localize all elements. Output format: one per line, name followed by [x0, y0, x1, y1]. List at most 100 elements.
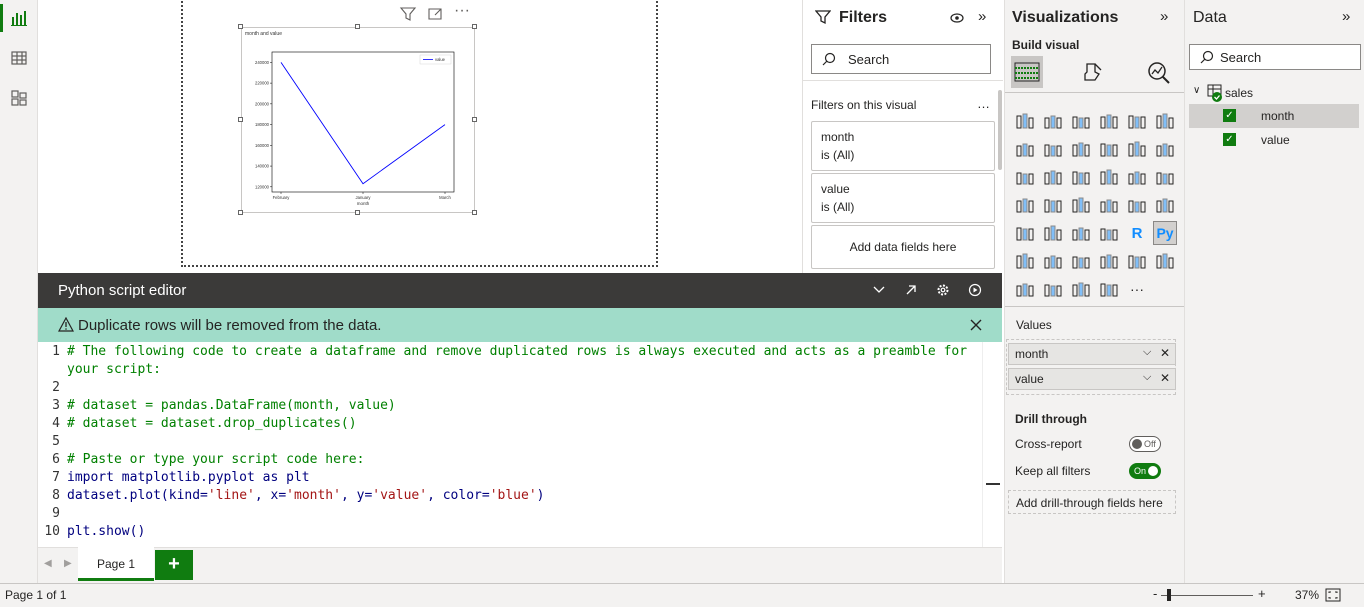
collapse-data-icon[interactable]: » [1342, 8, 1350, 25]
donut-chart-icon[interactable] [1125, 165, 1149, 189]
values-field-value[interactable]: value ⌵ ✕ [1008, 368, 1176, 390]
field-row-value[interactable]: ✓ value [1189, 128, 1359, 152]
resize-handle[interactable] [472, 117, 477, 122]
stacked-column-icon[interactable] [1041, 109, 1065, 133]
line-clustered-icon[interactable] [1125, 137, 1149, 161]
card-icon[interactable] [1125, 193, 1149, 217]
chevron-down-icon[interactable]: ∨ [1193, 85, 1200, 96]
arrows-icon[interactable] [1097, 277, 1121, 301]
table-name[interactable]: sales [1225, 86, 1253, 100]
format-visual-icon[interactable] [1081, 60, 1105, 84]
add-drill-through-drop[interactable]: Add drill-through fields here [1008, 490, 1176, 514]
stacked-area-icon[interactable] [1069, 137, 1093, 161]
chevron-down-icon[interactable]: ⌵ [1143, 371, 1151, 384]
add-data-fields-drop[interactable]: Add data fields here [811, 225, 995, 269]
azure-map-icon[interactable] [1069, 193, 1093, 217]
add-page-button[interactable]: + [155, 550, 193, 580]
key-influencers-icon[interactable] [1013, 249, 1037, 273]
clustered-column-icon[interactable] [1097, 109, 1121, 133]
prev-page-icon[interactable]: ◀ [44, 558, 52, 569]
resize-handle[interactable] [238, 117, 243, 122]
python-visual-icon[interactable]: Py [1153, 221, 1177, 245]
qa-icon[interactable] [1069, 249, 1093, 273]
chevron-down-icon[interactable] [872, 284, 886, 296]
focus-mode-icon[interactable] [426, 6, 444, 22]
power-automate-icon[interactable] [1041, 277, 1065, 301]
more-visuals-icon[interactable]: ··· [1125, 277, 1149, 301]
treemap-icon[interactable] [1153, 165, 1177, 189]
checkbox-checked[interactable]: ✓ [1223, 133, 1236, 146]
field-row-month[interactable]: ✓ month [1189, 104, 1359, 128]
analytics-icon[interactable] [1146, 60, 1172, 86]
remove-field-icon[interactable]: ✕ [1160, 346, 1170, 360]
goals-icon[interactable] [1125, 249, 1149, 273]
section-more-icon[interactable]: … [977, 96, 990, 111]
area-chart-icon[interactable] [1041, 137, 1065, 161]
paginated-icon[interactable] [1153, 249, 1177, 273]
scatter-icon[interactable] [1069, 165, 1093, 189]
filter-icon[interactable] [399, 6, 417, 22]
resize-handle[interactable] [238, 24, 243, 29]
data-view-button[interactable] [0, 40, 38, 76]
clustered-bar-icon[interactable] [1069, 109, 1093, 133]
resize-handle[interactable] [472, 24, 477, 29]
line-chart-icon[interactable] [1013, 137, 1037, 161]
open-external-icon[interactable] [904, 283, 918, 297]
tab-page-1[interactable]: Page 1 [78, 547, 154, 581]
resize-handle[interactable] [238, 210, 243, 215]
100-bar-icon[interactable] [1125, 109, 1149, 133]
filters-scrollbar[interactable] [998, 90, 1002, 170]
100-column-icon[interactable] [1153, 109, 1177, 133]
resize-handle[interactable] [355, 210, 360, 215]
checkbox-checked[interactable]: ✓ [1223, 109, 1236, 122]
decomposition-tree-icon[interactable] [1041, 249, 1065, 273]
python-visual[interactable]: month and value 120000 140000 160000 180000 2… [241, 27, 475, 213]
cross-report-toggle[interactable]: Off [1129, 436, 1161, 452]
filter-card-month[interactable]: month is (All) [811, 121, 995, 171]
map-icon[interactable] [1013, 193, 1037, 217]
kpi-icon[interactable] [1013, 221, 1037, 245]
eye-icon[interactable] [949, 11, 965, 25]
more-options-icon[interactable]: ··· [454, 2, 470, 20]
slicer-icon[interactable] [1041, 221, 1065, 245]
editor-scrollbar[interactable] [982, 342, 1002, 547]
pie-chart-icon[interactable] [1097, 165, 1121, 189]
build-visual-tab[interactable] [1011, 56, 1043, 88]
data-search-input[interactable]: Search [1189, 44, 1361, 70]
power-apps-icon[interactable] [1013, 277, 1037, 301]
funnel-icon[interactable] [1041, 165, 1065, 189]
waterfall-icon[interactable] [1013, 165, 1037, 189]
collapse-filters-icon[interactable]: » [978, 8, 986, 25]
multirow-card-icon[interactable] [1153, 193, 1177, 217]
keep-filters-toggle[interactable]: On [1129, 463, 1161, 479]
code-editor[interactable]: 1 # The following code to create a dataf… [38, 342, 1002, 547]
r-visual-icon[interactable]: R [1125, 221, 1149, 245]
report-canvas[interactable]: ··· month and value 120000 140000 160000 180… [38, 0, 802, 273]
zoom-slider-track[interactable] [1161, 595, 1253, 596]
gear-icon[interactable] [936, 283, 950, 297]
gauge-icon[interactable] [1097, 193, 1121, 217]
resize-handle[interactable] [472, 210, 477, 215]
fit-to-page-icon[interactable] [1324, 587, 1342, 603]
narrative-icon[interactable] [1097, 249, 1121, 273]
chevron-down-icon[interactable]: ⌵ [1143, 346, 1151, 359]
next-page-icon[interactable]: ▶ [64, 558, 72, 569]
zoom-in-button[interactable]: + [1258, 586, 1266, 601]
zoom-out-button[interactable]: - [1153, 586, 1157, 601]
filled-map-icon[interactable] [1041, 193, 1065, 217]
close-icon[interactable] [969, 318, 983, 332]
run-script-icon[interactable] [968, 283, 982, 297]
matrix-icon[interactable] [1097, 221, 1121, 245]
collapse-viz-icon[interactable]: » [1160, 8, 1168, 25]
remove-field-icon[interactable]: ✕ [1160, 371, 1170, 385]
filters-search-input[interactable]: Search [811, 44, 991, 74]
stacked-bar-icon[interactable] [1013, 109, 1037, 133]
filter-card-value[interactable]: value is (All) [811, 173, 995, 223]
resize-handle[interactable] [355, 24, 360, 29]
line-column-icon[interactable] [1097, 137, 1121, 161]
values-field-month[interactable]: month ⌵ ✕ [1008, 343, 1176, 365]
model-view-button[interactable] [0, 80, 38, 116]
table-icon[interactable] [1069, 221, 1093, 245]
report-view-button[interactable] [0, 0, 38, 36]
ribbon-chart-icon[interactable] [1153, 137, 1177, 161]
